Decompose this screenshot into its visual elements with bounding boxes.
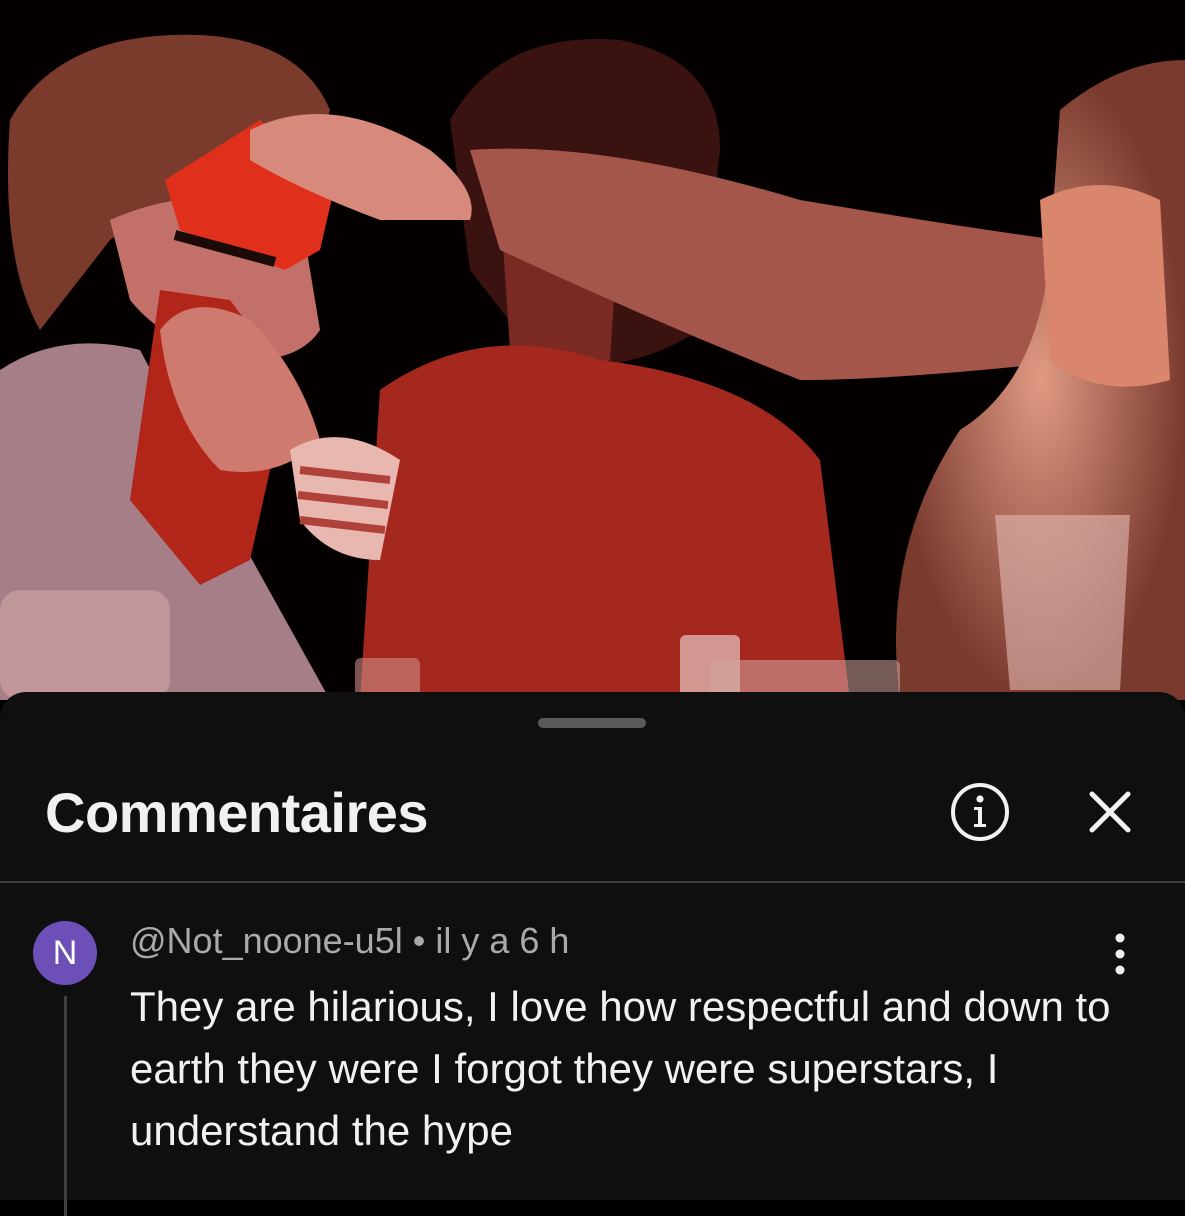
close-button[interactable] [1080,782,1140,842]
comments-sheet: Commentaires N @Not_noone-u5l • il y a 6 h… [0,692,1185,1216]
info-circle-icon [951,783,1009,841]
close-x-icon [1089,791,1131,833]
comment-text: They are hilarious, I love how respectfu… [130,983,1111,1154]
comment-meta: @Not_noone-u5l • il y a 6 h [130,920,569,962]
comment-time: il y a 6 h [435,920,570,961]
header-divider [0,881,1185,883]
comment-more-button[interactable] [1100,924,1140,984]
video-frame-image [0,0,1185,700]
info-button[interactable] [948,780,1012,844]
video-player[interactable] [0,0,1185,700]
comment-item: N @Not_noone-u5l • il y a 6 h They are hil… [0,914,1185,1216]
comments-header: Commentaires [0,752,1185,882]
drag-handle[interactable] [538,718,646,728]
comments-title: Commentaires [45,781,429,844]
thread-line [64,996,67,1216]
comment-author[interactable]: @Not_noone-u5l [130,920,403,961]
meta-separator: • [412,920,426,961]
vertical-dots-icon [1115,933,1125,975]
avatar[interactable]: N [33,921,97,985]
